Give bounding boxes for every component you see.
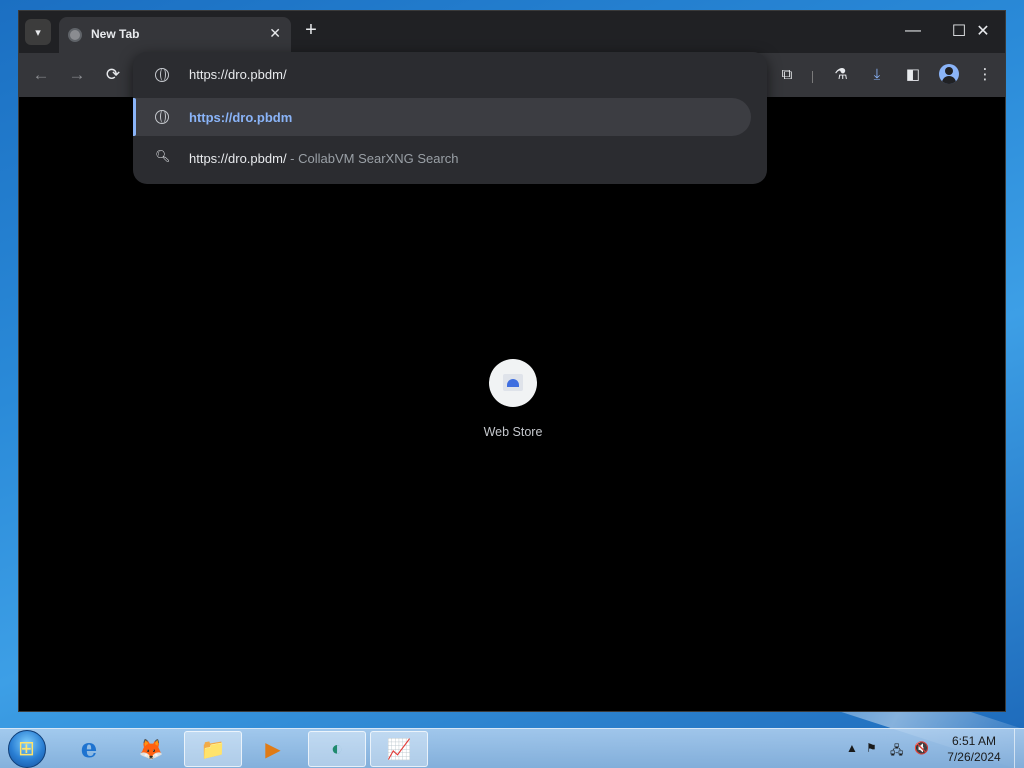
close-tab-icon[interactable]: ✕ xyxy=(269,25,281,42)
network-icon[interactable]: 🖧 xyxy=(890,741,903,762)
close-window-button[interactable]: ✕ xyxy=(961,17,1005,45)
tab-search-button[interactable]: ▾ xyxy=(25,19,51,45)
download-icon[interactable]: ⤓ xyxy=(865,63,889,87)
browser-window: ▾ New Tab ✕ + — ☐ ✕ ← → ⟳ ⧉ ⚗ ⤓ ◧ ⋮ http… xyxy=(18,10,1006,712)
action-center-flag-icon[interactable]: ⚑ xyxy=(866,741,877,755)
menu-icon[interactable]: ⋮ xyxy=(973,63,997,87)
file-explorer-icon[interactable]: 📁 xyxy=(184,731,242,767)
suggestion-search[interactable]: 🔍︎ https://dro.pbdm/ - CollabVM SearXNG … xyxy=(133,142,767,174)
omnibox-dropdown: https://dro.pbdm/ https://dro.pbdm 🔍︎ ht… xyxy=(133,52,767,184)
address-input[interactable]: https://dro.pbdm/ xyxy=(189,67,287,82)
suggestion-url-text: https://dro.pbdm xyxy=(189,110,293,125)
toolbar-separator xyxy=(812,71,813,83)
show-hidden-icons[interactable]: ▲ xyxy=(846,741,858,755)
internet-explorer-icon[interactable]: e xyxy=(60,731,118,767)
tab-new-tab[interactable]: New Tab ✕ xyxy=(59,17,291,53)
tab-strip: ▾ New Tab ✕ + — ☐ ✕ xyxy=(19,11,1005,53)
store-bag-icon xyxy=(503,374,523,391)
address-bar[interactable]: https://dro.pbdm/ xyxy=(133,60,767,90)
tab-title: New Tab xyxy=(91,27,140,41)
shortcut-label: Web Store xyxy=(483,425,543,439)
task-manager-icon[interactable]: 📈 xyxy=(370,731,428,767)
media-player-icon[interactable]: ▶ xyxy=(244,731,302,767)
firefox-icon[interactable]: 🦊 xyxy=(122,731,180,767)
globe-icon xyxy=(68,28,82,42)
suggestion-url[interactable]: https://dro.pbdm xyxy=(133,98,751,136)
minimize-button[interactable]: — xyxy=(891,17,935,45)
suggestion-search-text: https://dro.pbdm/ - CollabVM SearXNG Sea… xyxy=(189,151,459,166)
start-button[interactable] xyxy=(8,730,46,768)
forward-button[interactable]: → xyxy=(65,63,89,87)
web-store-icon xyxy=(489,359,537,407)
new-tab-button[interactable]: + xyxy=(299,19,323,43)
chevron-down-icon: ▾ xyxy=(35,26,41,39)
globe-icon xyxy=(155,68,169,82)
suggestion-search-query: https://dro.pbdm/ xyxy=(189,151,287,166)
volume-muted-icon[interactable]: 🔇 xyxy=(914,741,929,755)
shortcut-web-store[interactable]: Web Store xyxy=(467,359,559,439)
suggestion-search-engine: - CollabVM SearXNG Search xyxy=(286,151,459,166)
extensions-icon[interactable]: ⧉ xyxy=(775,63,799,87)
side-panel-icon[interactable]: ◧ xyxy=(901,63,925,87)
search-icon: 🔍︎ xyxy=(155,149,171,163)
labs-icon[interactable]: ⚗ xyxy=(829,63,853,87)
clock-time: 6:51 AM xyxy=(951,734,997,748)
show-desktop-button[interactable] xyxy=(1014,729,1024,768)
globe-icon xyxy=(155,110,169,124)
browser-taskbar-icon[interactable]: ◐ xyxy=(308,731,366,767)
reload-button[interactable]: ⟳ xyxy=(101,63,125,87)
clock-date: 7/26/2024 xyxy=(947,750,1001,764)
system-clock[interactable]: 6:51 AM 7/26/2024 xyxy=(942,733,1006,765)
back-button[interactable]: ← xyxy=(29,63,53,87)
selection-indicator xyxy=(133,98,136,136)
taskbar: e 🦊 📁 ▶ ◐ 📈 ▲ ⚑ 🖧 🔇 6:51 AM 7/26/2024 xyxy=(0,728,1024,768)
profile-avatar-icon[interactable] xyxy=(939,64,959,84)
